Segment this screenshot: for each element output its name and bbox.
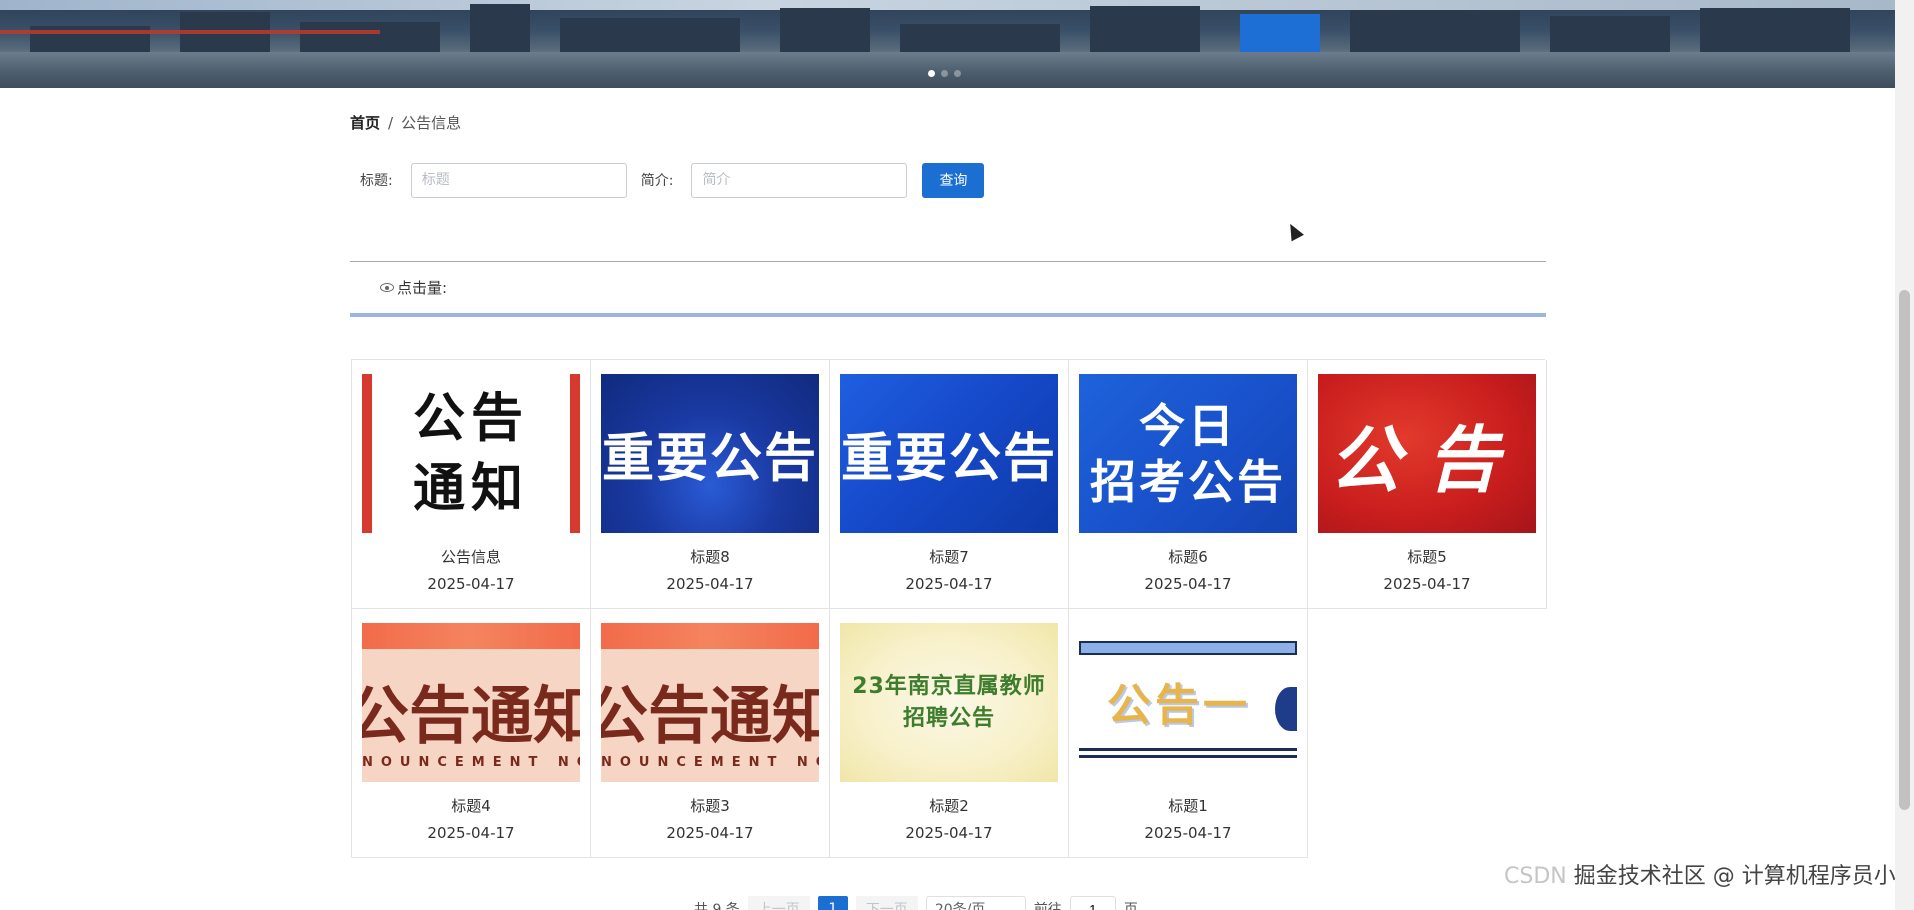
notice-title[interactable]: 标题6: [1069, 546, 1307, 567]
notice-thumbnail: 公告通知 NOUNCEMENT NOT: [601, 623, 819, 782]
notice-thumbnail: 今日 招考公告: [1079, 374, 1297, 533]
notice-card[interactable]: 公告 标题5 2025-04-17: [1308, 360, 1547, 609]
notice-title[interactable]: 标题3: [591, 795, 829, 816]
notice-card[interactable]: 公告通知 NOUNCEMENT NOT 标题4 2025-04-17: [352, 609, 591, 858]
notice-thumbnail: 公告一: [1079, 623, 1297, 782]
banner-building: [1350, 10, 1520, 52]
goto-label: 前往: [1033, 902, 1062, 910]
query-button[interactable]: 查询: [922, 162, 985, 198]
scrollbar-thumb[interactable]: [1899, 290, 1910, 810]
notice-card[interactable]: 公告 通知 公告信息 2025-04-17: [352, 360, 591, 609]
notice-title[interactable]: 标题5: [1308, 546, 1546, 567]
page-number-1[interactable]: 1: [817, 896, 848, 910]
breadcrumb-current: 公告信息: [401, 114, 462, 132]
watermark-faint: CSDN: [1504, 864, 1567, 889]
breadcrumb-home[interactable]: 首页: [350, 112, 380, 133]
breadcrumb: 首页 / 公告信息: [350, 112, 461, 133]
banner-building: [1240, 14, 1320, 52]
banner-building: [300, 22, 440, 52]
page-unit-label: 页: [1123, 902, 1138, 910]
search-form: 标题: 简介: 查询: [350, 162, 985, 198]
next-page-button[interactable]: 下一页: [855, 896, 918, 910]
eye-icon: [380, 283, 394, 292]
carousel-dot[interactable]: [954, 70, 961, 77]
intro-label: 简介:: [640, 173, 674, 189]
title-label: 标题:: [360, 173, 393, 189]
notice-date: 2025-04-17: [905, 575, 993, 593]
notice-card[interactable]: 公告通知 NOUNCEMENT NOT 标题3 2025-04-17: [591, 609, 830, 858]
pagination: 共 9 条 上一页 1 下一页 20条/页 前往 页: [694, 896, 1138, 910]
carousel-dot[interactable]: [941, 70, 948, 77]
notice-thumbnail: 23年南京直属教师 招聘公告: [840, 623, 1058, 782]
notice-card[interactable]: 今日 招考公告 标题6 2025-04-17: [1069, 360, 1308, 609]
banner-building: [900, 24, 1060, 52]
notice-date: 2025-04-17: [427, 575, 515, 593]
notice-date: 2025-04-17: [1144, 575, 1232, 593]
banner-building: [470, 4, 530, 52]
mouse-cursor: [1284, 220, 1304, 242]
notice-date: 2025-04-17: [427, 824, 515, 842]
megaphone-icon: [1275, 687, 1297, 731]
notice-thumbnail: 重要公告: [840, 374, 1058, 533]
watermark: CSDN 掘金技术社区 @ 计算机程序员小杨: [1504, 858, 1914, 890]
title-input[interactable]: [410, 162, 627, 198]
notice-grid: 公告 通知 公告信息 2025-04-17 重要公告 标题8 2025-04-17…: [351, 359, 1547, 858]
notice-date: 2025-04-17: [905, 824, 993, 842]
banner-building: [1550, 16, 1670, 52]
notice-date: 2025-04-17: [666, 824, 754, 842]
notice-title[interactable]: 标题4: [352, 795, 590, 816]
banner-building: [1090, 6, 1200, 52]
notice-title[interactable]: 标题8: [591, 546, 829, 567]
notice-card[interactable]: 公告一 标题1 2025-04-17: [1069, 609, 1308, 858]
banner-carousel[interactable]: [0, 0, 1895, 88]
carousel-dot[interactable]: [928, 70, 935, 77]
page-scrollbar[interactable]: [1895, 0, 1914, 910]
pagination-total: 共 9 条: [694, 902, 740, 910]
notice-card[interactable]: 23年南京直属教师 招聘公告 标题2 2025-04-17: [830, 609, 1069, 858]
sort-bar: 点击量:: [350, 261, 1546, 317]
notice-thumbnail: 公告: [1318, 374, 1536, 533]
goto-page-input[interactable]: [1069, 896, 1116, 910]
notice-card[interactable]: 重要公告 标题8 2025-04-17: [591, 360, 830, 609]
notice-thumbnail: 公告通知 NOUNCEMENT NOT: [362, 623, 580, 782]
prev-page-button[interactable]: 上一页: [747, 896, 810, 910]
carousel-indicators: [928, 70, 961, 77]
banner-building: [1700, 8, 1850, 52]
notice-thumbnail: 公告 通知: [362, 374, 580, 533]
banner-building: [780, 8, 870, 52]
intro-input[interactable]: [691, 162, 908, 198]
watermark-text: 掘金技术社区 @ 计算机程序员小杨: [1573, 864, 1914, 889]
notice-date: 2025-04-17: [1144, 824, 1232, 842]
page-size-select[interactable]: 20条/页: [925, 896, 1026, 910]
notice-title[interactable]: 标题7: [830, 546, 1068, 567]
notice-title[interactable]: 标题2: [830, 795, 1068, 816]
notice-date: 2025-04-17: [1383, 575, 1471, 593]
notice-title[interactable]: 标题1: [1069, 795, 1307, 816]
page: 首页 / 公告信息 标题: 简介: 查询 点击量: 公告通知 公告信息 2025…: [0, 0, 1914, 910]
notice-card[interactable]: 重要公告 标题7 2025-04-17: [830, 360, 1069, 609]
notice-date: 2025-04-17: [666, 575, 754, 593]
notice-title[interactable]: 公告信息: [352, 546, 590, 567]
breadcrumb-separator: /: [388, 113, 394, 132]
hits-label: 点击量:: [397, 279, 448, 297]
banner-sky: [0, 0, 1895, 10]
banner-red-line: [0, 30, 380, 34]
notice-thumbnail: 重要公告: [601, 374, 819, 533]
sort-by-hits[interactable]: 点击量:: [380, 277, 447, 298]
banner-building: [560, 18, 740, 52]
